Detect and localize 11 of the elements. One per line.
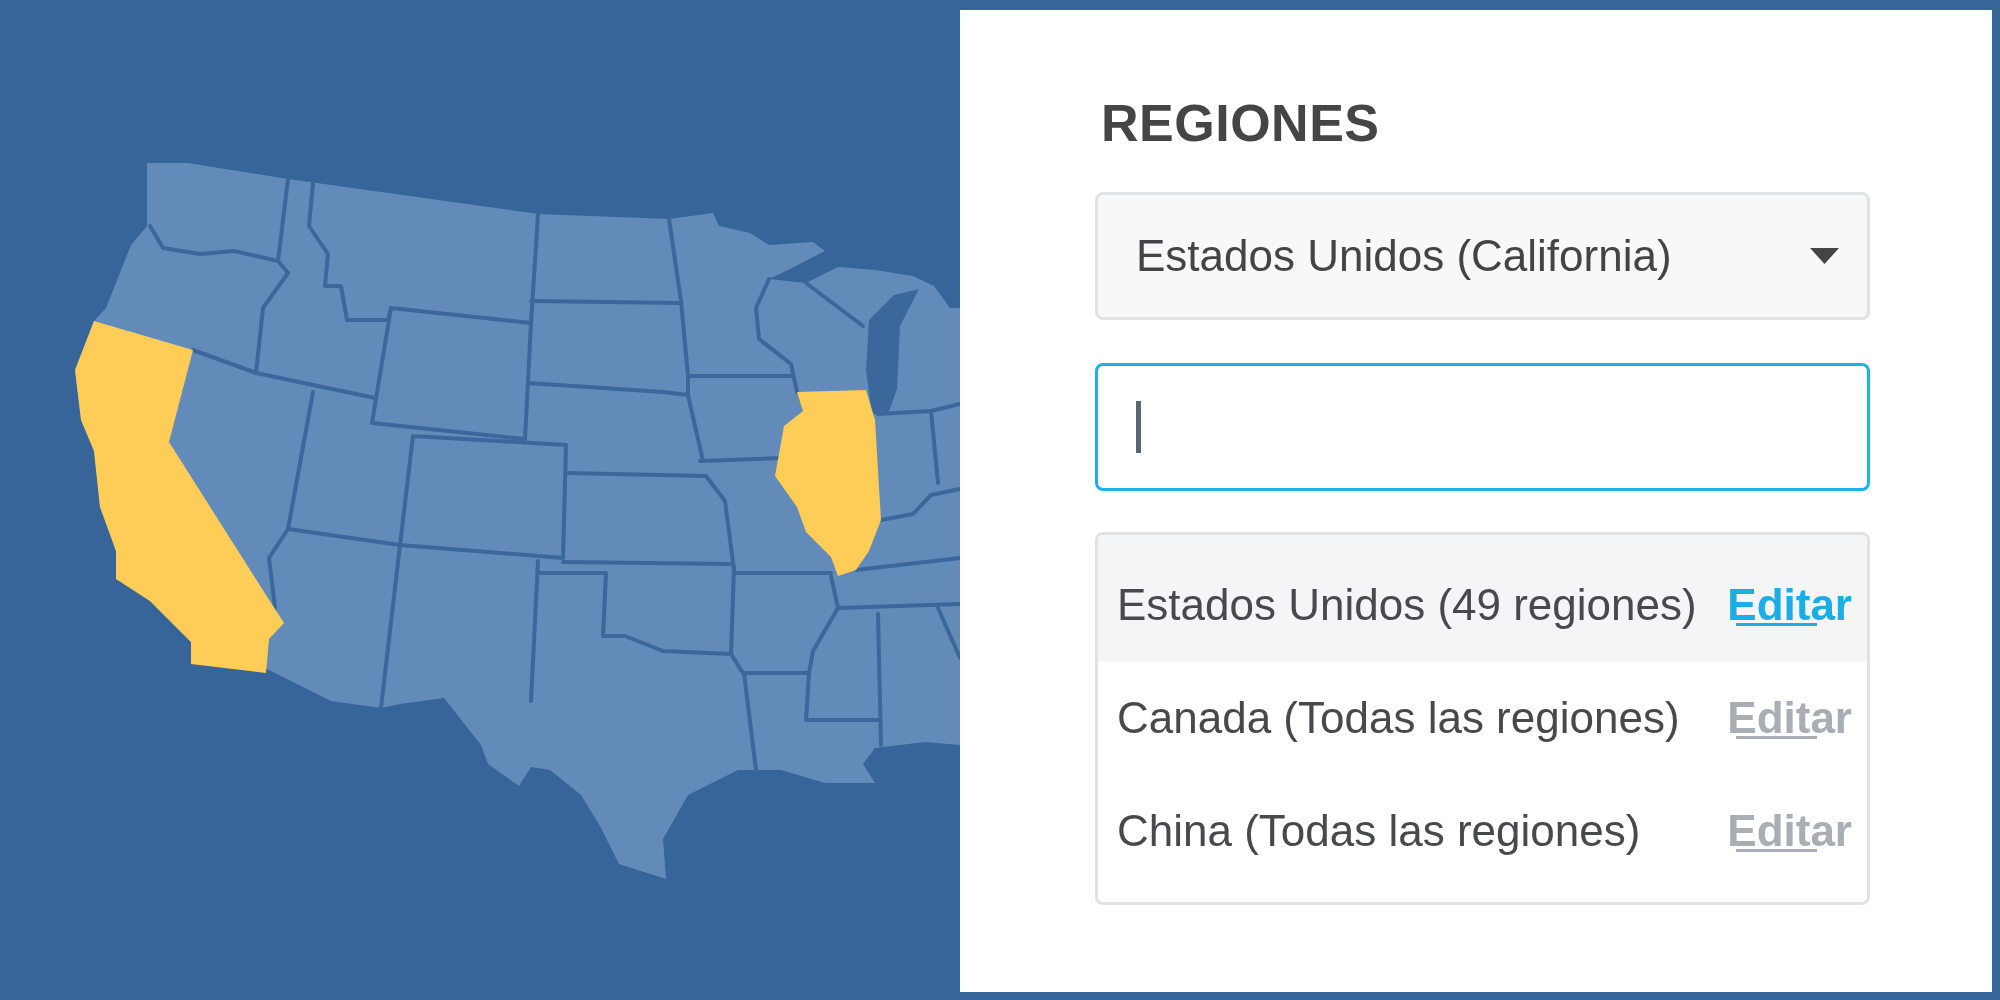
highlighted-state[interactable]: [75, 321, 284, 673]
text-cursor-icon: [1136, 401, 1141, 453]
region-label: Estados Unidos (49 regiones): [1117, 579, 1697, 632]
region-label: Canada (Todas las regiones): [1117, 692, 1680, 745]
region-dropdown[interactable]: Estados Unidos (California): [1095, 192, 1870, 320]
search-field[interactable]: [1095, 363, 1870, 491]
panel-title: REGIONES: [1101, 93, 1380, 154]
region-label: China (Todas las regiones): [1117, 805, 1641, 858]
caret-icon: [1810, 248, 1839, 264]
highlighted-state[interactable]: [775, 390, 881, 576]
region-row[interactable]: Estados Unidos (49 regiones) Editar: [1098, 535, 1867, 662]
